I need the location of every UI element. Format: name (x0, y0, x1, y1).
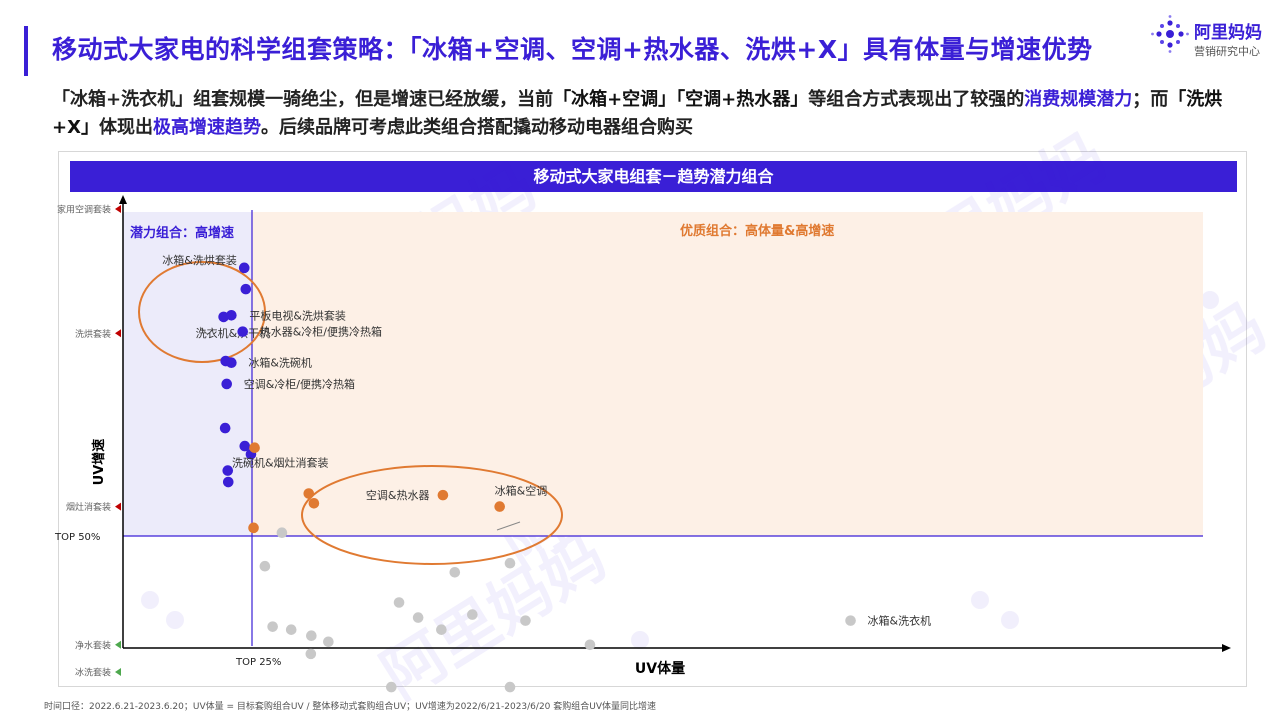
data-point (306, 630, 317, 642)
quadrant-potential-label: 潜力组合：高增速 (130, 225, 234, 241)
x-axis-label: UV体量 (635, 660, 685, 677)
y-axis-marker-label: 洗烘套装 (75, 328, 111, 340)
data-point (504, 681, 516, 693)
y-axis-arrow (119, 195, 127, 204)
data-point (504, 557, 516, 569)
quadrant-quality-label: 优质组合：高体量&高增速 (680, 223, 834, 239)
quadrant-quality-bg (252, 212, 1203, 536)
data-point (393, 597, 405, 608)
y-axis-marker-label: 家用空调套装 (57, 204, 111, 216)
data-point (285, 624, 297, 635)
data-point (584, 639, 596, 651)
data-point (494, 501, 505, 512)
y-axis-marker-label: 冰洗套装 (75, 667, 111, 679)
data-point (222, 476, 234, 488)
y-axis-marker (115, 668, 121, 676)
data-point (259, 560, 271, 572)
data-point (237, 326, 249, 337)
data-point-label: 冰箱&洗衣机 (868, 614, 932, 628)
scatter-chart: 阿里妈妈阿里妈妈阿里妈妈阿里妈妈阿里妈妈潜力组合：高增速优质组合：高体量&高增速… (54, 119, 1278, 712)
data-point (449, 566, 461, 578)
data-point (276, 527, 288, 539)
watermark-dot (971, 591, 989, 609)
y-axis-marker (115, 640, 121, 649)
data-point-label: 冰箱&空调 (495, 484, 548, 498)
data-point (226, 357, 237, 368)
y-axis-marker-label: 烟灶消套装 (66, 501, 111, 513)
data-point (437, 489, 449, 501)
data-point-label: 空调&冷柜/便携冷热箱 (244, 377, 355, 391)
data-point (222, 465, 234, 476)
data-point (323, 636, 334, 648)
data-point (412, 612, 424, 623)
data-point (467, 609, 478, 620)
footnote: 时间口径：2022.6.21-2023.6.20；UV体量 = 目标套购组合UV… (44, 702, 656, 712)
data-point (845, 615, 856, 626)
watermark-dot (1201, 291, 1219, 309)
watermark-dot (631, 631, 649, 649)
data-point (240, 283, 252, 295)
data-point (308, 498, 320, 509)
data-point (248, 522, 259, 534)
data-point-label: 冰箱&洗碗机 (248, 356, 312, 370)
data-point (249, 442, 260, 454)
data-point (238, 262, 250, 274)
x-axis-arrow (1222, 644, 1231, 652)
data-point (303, 488, 315, 499)
data-point (436, 624, 447, 635)
data-point (520, 615, 531, 626)
y-axis-marker (115, 502, 121, 511)
data-point-label: 平板电视&洗烘套装 (249, 308, 346, 322)
watermark-text: 阿里妈妈 (369, 519, 618, 712)
watermark-dot (141, 591, 159, 609)
data-point (267, 621, 278, 632)
data-point-label: 洗碗机&烟灶消套装 (232, 455, 329, 469)
data-point (386, 681, 397, 693)
y-axis-marker (115, 329, 121, 338)
y-axis-marker-label: 净水套装 (75, 639, 111, 651)
watermark-dot (1001, 611, 1019, 629)
data-point (305, 648, 317, 660)
y-axis-marker (115, 205, 121, 213)
data-point-label: 热水器&冷柜/便携冷热箱 (260, 325, 382, 339)
data-point (219, 422, 231, 434)
data-point (221, 378, 233, 390)
data-point (226, 309, 237, 321)
data-point-label: 冰箱&洗烘套装 (162, 253, 237, 267)
data-point-label: 空调&热水器 (366, 488, 430, 502)
top50-label: TOP 50% (54, 532, 100, 543)
top25-label: TOP 25% (235, 657, 281, 668)
watermark-dot (166, 611, 184, 629)
y-axis-label: UV增速 (91, 439, 107, 486)
